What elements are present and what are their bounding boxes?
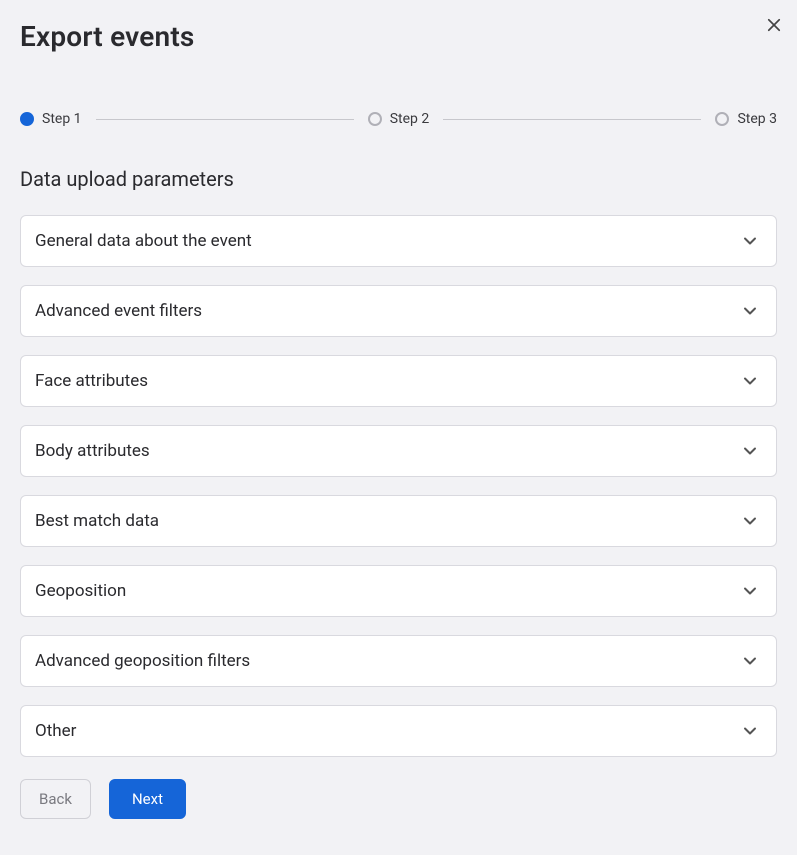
panel-advanced-event-filters[interactable]: Advanced event filters bbox=[20, 285, 777, 337]
panel-label: Advanced geoposition filters bbox=[35, 651, 250, 671]
back-button[interactable]: Back bbox=[20, 779, 91, 819]
step-3-label: Step 3 bbox=[737, 111, 777, 127]
panel-best-match-data[interactable]: Best match data bbox=[20, 495, 777, 547]
panel-label: General data about the event bbox=[35, 231, 252, 251]
panel-body-attributes[interactable]: Body attributes bbox=[20, 425, 777, 477]
step-line bbox=[96, 119, 354, 120]
page-title: Export events bbox=[20, 20, 777, 53]
panel-general-data[interactable]: General data about the event bbox=[20, 215, 777, 267]
step-2-circle bbox=[368, 112, 382, 126]
panel-label: Advanced event filters bbox=[35, 301, 202, 321]
chevron-down-icon bbox=[740, 651, 760, 671]
chevron-down-icon bbox=[740, 231, 760, 251]
chevron-down-icon bbox=[740, 721, 760, 741]
panel-face-attributes[interactable]: Face attributes bbox=[20, 355, 777, 407]
panel-label: Other bbox=[35, 721, 76, 741]
panel-other[interactable]: Other bbox=[20, 705, 777, 757]
chevron-down-icon bbox=[740, 581, 760, 601]
footer: Back Next bbox=[20, 779, 777, 819]
export-events-dialog: Export events Step 1 Step 2 Step 3 Data … bbox=[0, 0, 797, 839]
chevron-down-icon bbox=[740, 511, 760, 531]
section-title: Data upload parameters bbox=[20, 167, 777, 191]
stepper: Step 1 Step 2 Step 3 bbox=[20, 111, 777, 127]
panel-label: Geoposition bbox=[35, 581, 126, 601]
step-3[interactable]: Step 3 bbox=[715, 111, 777, 127]
panel-label: Body attributes bbox=[35, 441, 150, 461]
step-1-label: Step 1 bbox=[42, 111, 82, 127]
step-1-circle bbox=[20, 112, 34, 126]
step-1[interactable]: Step 1 bbox=[20, 111, 82, 127]
step-2-label: Step 2 bbox=[390, 111, 430, 127]
panel-label: Best match data bbox=[35, 511, 159, 531]
chevron-down-icon bbox=[740, 371, 760, 391]
chevron-down-icon bbox=[740, 441, 760, 461]
chevron-down-icon bbox=[740, 301, 760, 321]
step-3-circle bbox=[715, 112, 729, 126]
step-2[interactable]: Step 2 bbox=[368, 111, 430, 127]
step-line bbox=[443, 119, 701, 120]
close-icon[interactable] bbox=[765, 16, 783, 34]
panel-geoposition[interactable]: Geoposition bbox=[20, 565, 777, 617]
panel-advanced-geoposition-filters[interactable]: Advanced geoposition filters bbox=[20, 635, 777, 687]
next-button[interactable]: Next bbox=[109, 779, 186, 819]
panel-label: Face attributes bbox=[35, 371, 148, 391]
panel-list: General data about the event Advanced ev… bbox=[20, 215, 777, 757]
